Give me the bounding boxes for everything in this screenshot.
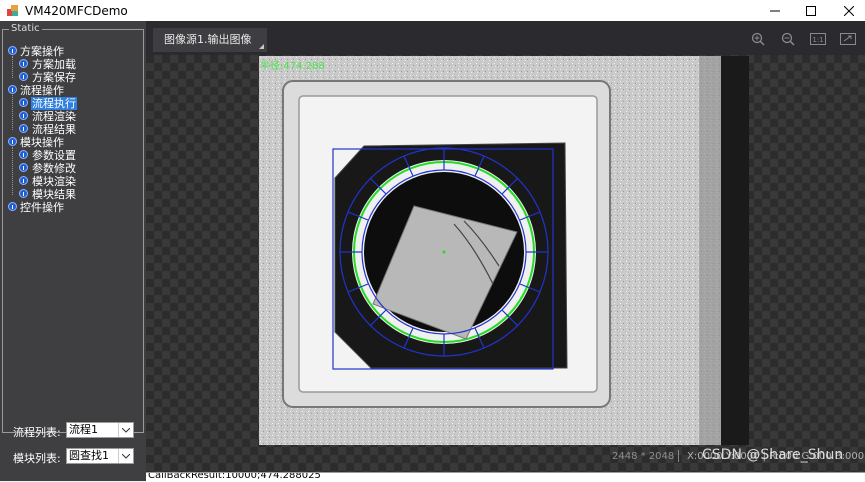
image-source-tab-label: 图像源1.输出图像 (164, 33, 252, 46)
group-box-caption: Static (9, 22, 42, 36)
image-status-strip: 2448 * 2048 X:0000 Y:0000 | R:000 G:000 … (259, 445, 865, 472)
tab-dropdown-icon (259, 44, 264, 49)
tree-item-label: 模块操作 (20, 136, 64, 149)
minimize-icon (770, 10, 780, 11)
zoom-in-button[interactable] (749, 32, 767, 46)
app-logo-icon (6, 4, 19, 17)
tree-item-label: 流程执行 (31, 97, 77, 110)
info-icon (19, 72, 28, 81)
fit-window-icon (840, 33, 856, 45)
info-icon (8, 46, 17, 55)
module-list-combo[interactable]: 圆查找1 (66, 448, 134, 464)
tree-item-label: 方案操作 (20, 45, 64, 58)
info-icon (19, 189, 28, 198)
tree-item[interactable]: 模块渲染 (8, 175, 144, 188)
radius-readout: 半径:474.288 (260, 61, 325, 72)
watermark-text: CSDN @Share_Shun (702, 447, 844, 463)
tree-item-label: 方案加载 (32, 58, 76, 71)
tree-item[interactable]: 方案加载 (8, 58, 144, 71)
tree-item-label: 参数设置 (32, 149, 76, 162)
tree-item-label: 流程操作 (20, 84, 64, 97)
inspection-image (259, 56, 749, 445)
tree-item-label: 流程结果 (32, 123, 76, 136)
actual-size-button[interactable]: 1:1 (809, 32, 827, 46)
info-icon (19, 163, 28, 172)
module-list-value: 圆查找1 (69, 449, 109, 462)
tree-guide-line (12, 56, 13, 78)
tree-item[interactable]: 流程渲染 (8, 110, 144, 123)
tree-item-label: 方案保存 (32, 71, 76, 84)
tree-item[interactable]: 控件操作 (8, 201, 144, 214)
info-icon (19, 150, 28, 159)
minimize-button[interactable] (759, 0, 791, 21)
tree-item[interactable]: 流程结果 (8, 123, 144, 136)
process-list-combo[interactable]: 流程1 (66, 422, 134, 438)
tree-item-label: 模块结果 (32, 188, 76, 201)
tree-item[interactable]: 流程执行 (8, 97, 144, 110)
maximize-button[interactable] (795, 0, 827, 21)
info-icon (19, 124, 28, 133)
tree-item[interactable]: 参数设置 (8, 149, 144, 162)
static-group-box: Static 方案操作 方案加载 方案保存 流程操作 流程执行 流程渲染 流程结果 模块操作参… (2, 22, 144, 433)
maximize-icon (806, 5, 816, 16)
process-list-label: 流程列表: (13, 426, 61, 439)
tree-item-label: 参数修改 (32, 162, 76, 175)
window-title: VM420MFCDemo (25, 3, 128, 18)
close-icon (844, 5, 854, 16)
zoom-in-icon (751, 32, 765, 46)
chevron-down-icon[interactable] (118, 423, 133, 437)
tree-item-label: 控件操作 (20, 201, 64, 214)
viewer-toolbar: 图像源1.输出图像 1:1 (146, 21, 865, 55)
tree-item[interactable]: 模块结果 (8, 188, 144, 201)
close-button[interactable] (833, 0, 865, 21)
title-bar: VM420MFCDemo (0, 0, 865, 21)
tree-item[interactable]: 模块操作 (8, 136, 144, 149)
zoom-out-icon (781, 32, 795, 46)
tree-item[interactable]: 方案保存 (8, 71, 144, 84)
status-divider (678, 450, 679, 462)
tree-item[interactable]: 流程操作 (8, 84, 144, 97)
info-icon (8, 202, 17, 211)
info-icon (19, 98, 28, 107)
info-icon (19, 59, 28, 68)
tree-item-label: 流程渲染 (32, 110, 76, 123)
image-canvas[interactable]: 半径:474.288 2448 * 2048 X:0000 Y:0000 | R… (146, 55, 865, 472)
module-list-label: 模块列表: (13, 452, 61, 465)
fit-window-button[interactable] (839, 32, 857, 46)
actual-size-icon: 1:1 (810, 33, 826, 45)
tree-item[interactable]: 参数修改 (8, 162, 144, 175)
chevron-down-icon[interactable] (118, 449, 133, 463)
info-icon (8, 137, 17, 146)
left-panel: Static 方案操作 方案加载 方案保存 流程操作 流程执行 流程渲染 流程结果 模块操作参… (0, 21, 146, 481)
callback-result-text: CallBackResult:10000;474.288025 (148, 472, 321, 481)
tree-guide-line (12, 147, 13, 195)
zoom-out-button[interactable] (779, 32, 797, 46)
process-list-value: 流程1 (69, 423, 98, 436)
tree-item[interactable]: 方案操作 (8, 45, 144, 58)
info-icon (8, 85, 17, 94)
tree-item-label: 模块渲染 (32, 175, 76, 188)
info-icon (19, 176, 28, 185)
info-icon (19, 111, 28, 120)
svg-text:1:1: 1:1 (812, 36, 823, 44)
image-viewer: 图像源1.输出图像 1:1 半径:474.288 2448 * 2048 X:0… (146, 21, 865, 472)
operation-tree[interactable]: 方案操作 方案加载 方案保存 流程操作 流程执行 流程渲染 流程结果 模块操作 参数设置 参数修改… (8, 45, 144, 214)
image-size-text: 2448 * 2048 (612, 451, 675, 462)
tree-guide-line (12, 95, 13, 130)
image-source-tab[interactable]: 图像源1.输出图像 (153, 28, 267, 52)
